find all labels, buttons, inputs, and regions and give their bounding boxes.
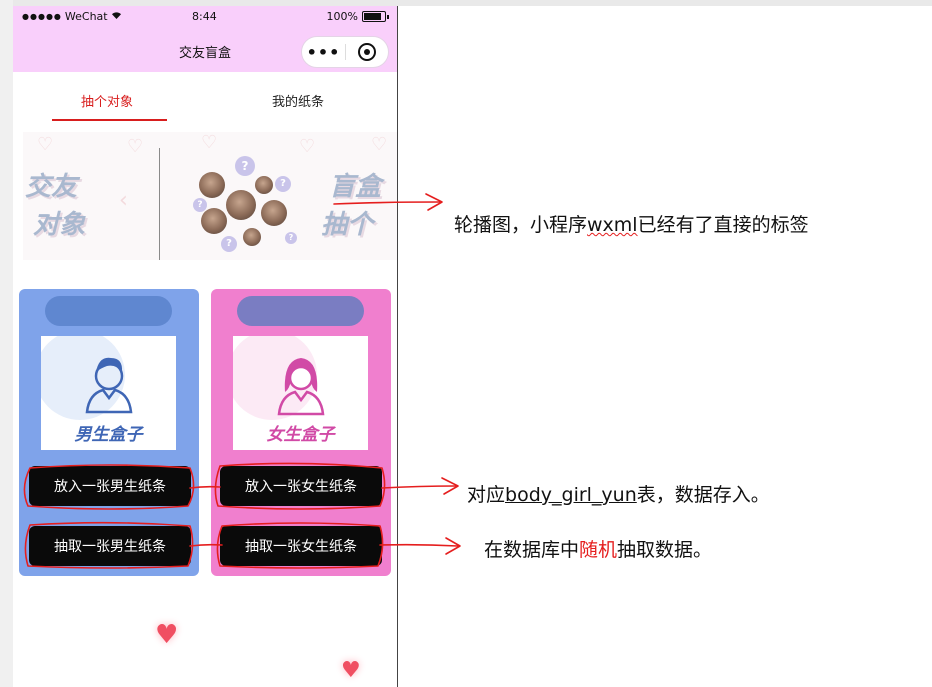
scribble-circle-icon xyxy=(24,521,194,569)
arrow-icon xyxy=(333,201,441,205)
arrow-icon xyxy=(381,485,457,489)
annotation-put-data: 对应body_girl_yun表，数据存入。 xyxy=(467,484,770,506)
scribble-circle-icon xyxy=(214,462,386,510)
arrow-icon xyxy=(379,543,459,547)
annotation-overlay xyxy=(23,193,461,569)
annotation-carousel: 轮播图，小程序wxml已经有了直接的标签 xyxy=(454,214,809,236)
annotation-draw-data: 在数据库中随机抽取数据。 xyxy=(484,539,713,561)
scribble-circle-icon xyxy=(23,464,195,510)
scribble-circle-icon xyxy=(216,522,384,569)
